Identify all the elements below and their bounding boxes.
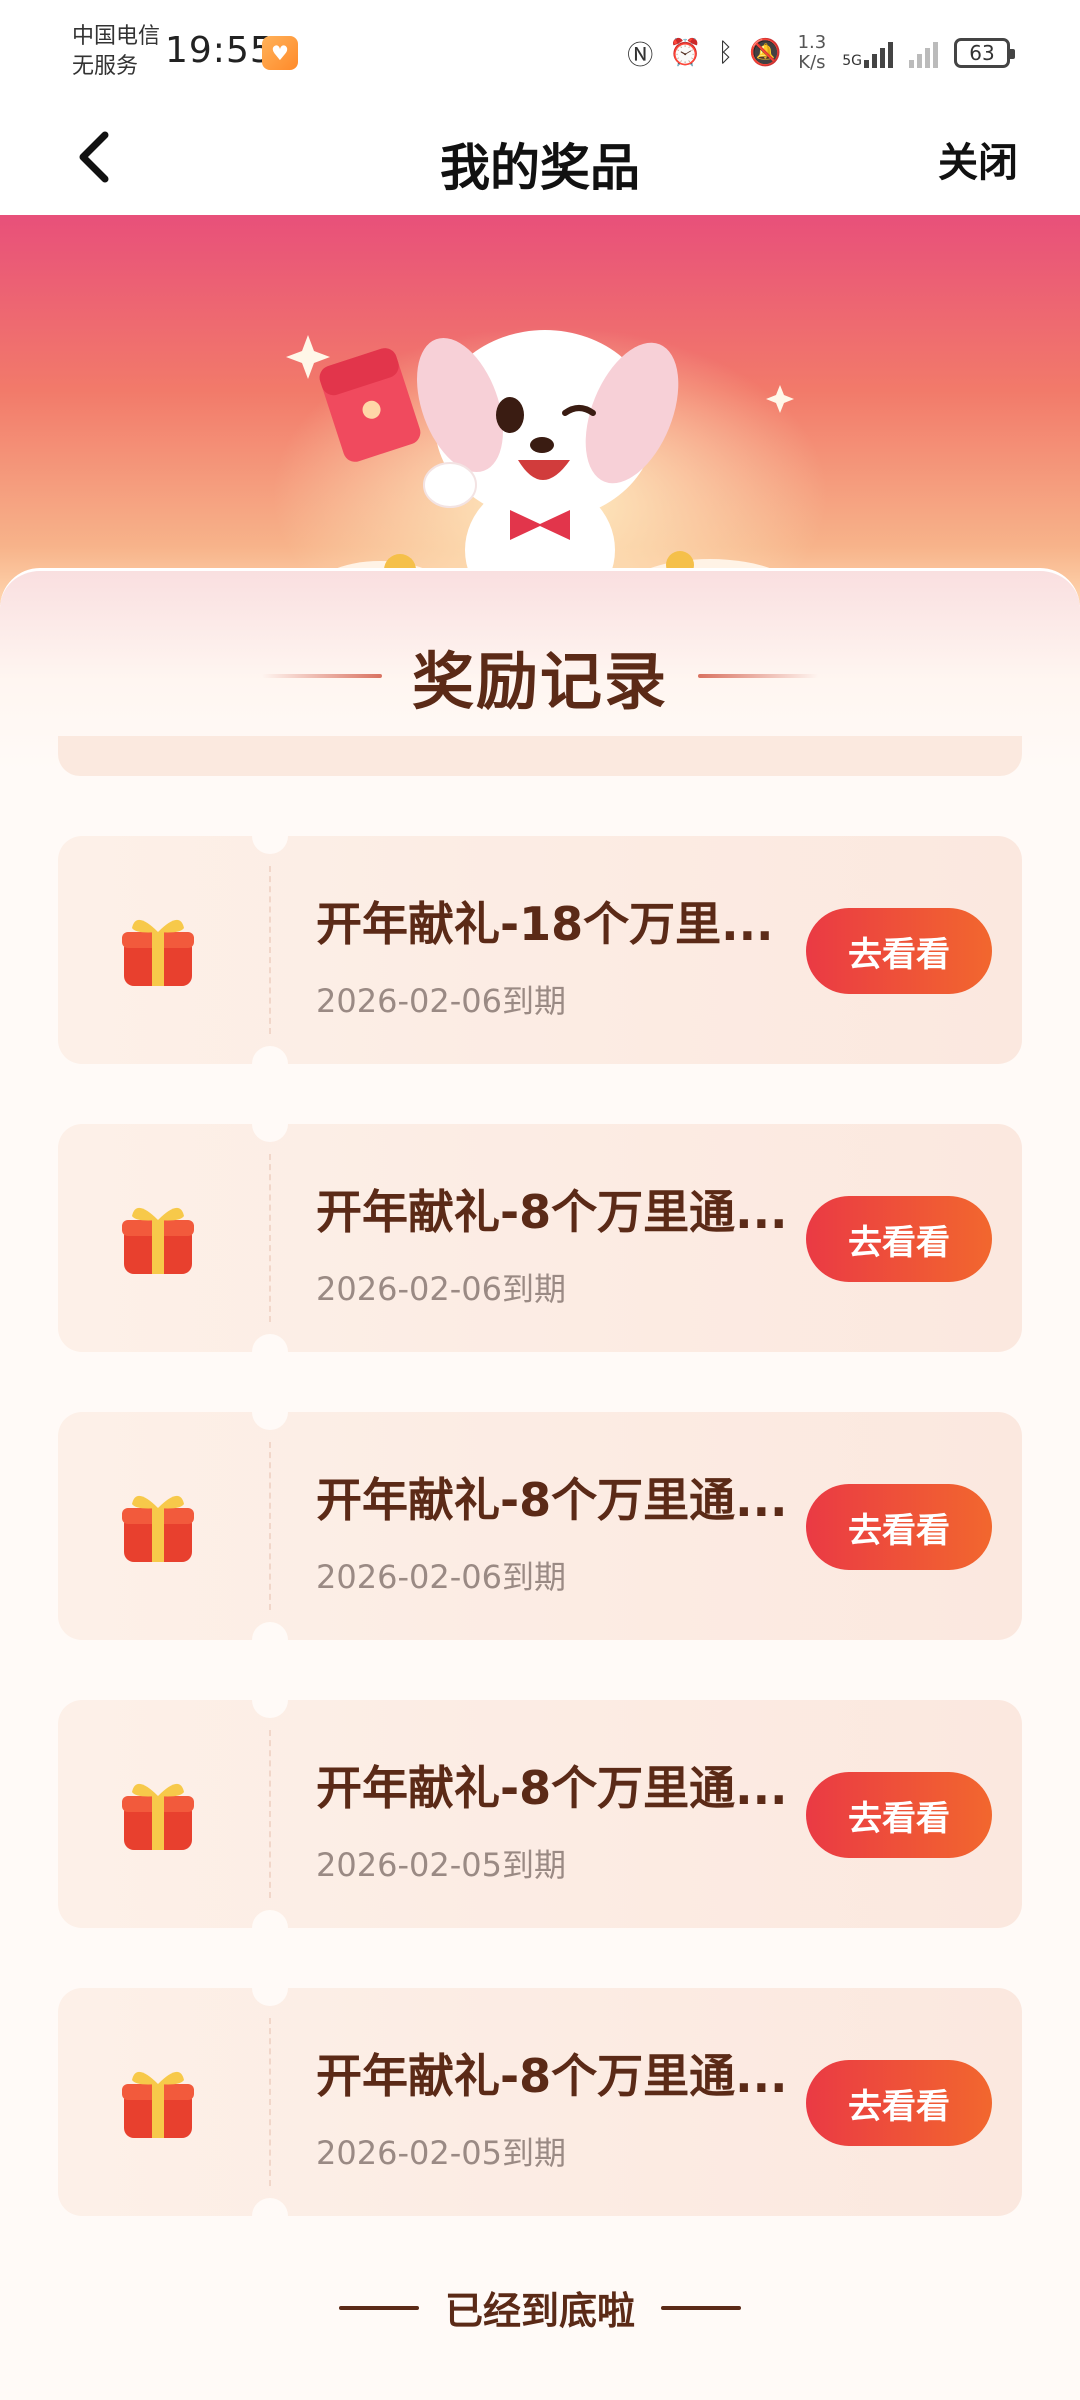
reward-title: 开年献礼-8个万里通... xyxy=(316,1761,788,1815)
view-button[interactable]: 去看看 xyxy=(806,1484,992,1570)
expiry-date: 2026-02-06到期 xyxy=(316,1558,566,1596)
reward-item: 开年献礼-8个万里通... 2026-02-06到期 去看看 xyxy=(58,1394,1022,1658)
ticket-divider xyxy=(269,866,271,1034)
ticket-notch xyxy=(252,1394,288,1430)
bluetooth-icon: ᛒ xyxy=(717,38,734,68)
nav-bar: 我的奖品 关闭 xyxy=(0,100,1080,215)
network-speed-value: 1.3 xyxy=(797,32,827,53)
signal-5g: 5G xyxy=(842,38,893,68)
view-button[interactable]: 去看看 xyxy=(806,2060,992,2146)
network-speed: 1.3 K/s xyxy=(798,33,827,73)
signal-secondary-icon xyxy=(909,38,938,68)
network-type-label: 5G xyxy=(842,53,862,69)
mute-icon: 🔕 xyxy=(749,38,782,68)
expiry-date: 2026-02-06到期 xyxy=(316,1270,566,1308)
ticket-notch xyxy=(252,1622,288,1658)
battery-icon: 63 xyxy=(954,38,1015,68)
reward-title: 开年献礼-8个万里通... xyxy=(316,1473,788,1527)
reward-title: 开年献礼-8个万里通... xyxy=(316,2049,788,2103)
partially-visible-card xyxy=(58,736,1022,776)
records-header: 奖励记录 xyxy=(0,631,1080,721)
reward-item: 开年献礼-8个万里通... 2026-02-05到期 去看看 xyxy=(58,1970,1022,2234)
reward-item: 开年献礼-8个万里通... 2026-02-05到期 去看看 xyxy=(58,1682,1022,1946)
title-decoration-left xyxy=(261,674,382,678)
page-title: 我的奖品 xyxy=(440,139,640,197)
network-speed-unit: K/s xyxy=(798,52,826,73)
ticket-divider xyxy=(269,2018,271,2186)
reward-title: 开年献礼-8个万里通... xyxy=(316,1185,788,1239)
view-button[interactable]: 去看看 xyxy=(806,1772,992,1858)
gift-box-icon xyxy=(122,1783,194,1850)
gift-box-icon xyxy=(122,2071,194,2138)
status-bar: 中国电信 无服务 19:55 ♥ Ⓝ ⏰ ᛒ 🔕 1.3 K/s 5G 63 xyxy=(0,0,1080,100)
page: 中国电信 无服务 19:55 ♥ Ⓝ ⏰ ᛒ 🔕 1.3 K/s 5G 63 我… xyxy=(0,0,1080,2400)
carrier-status: 无服务 xyxy=(72,54,139,79)
list-end-footer: 已经到底啦 xyxy=(0,2280,1080,2335)
records-title: 奖励记录 xyxy=(411,645,668,718)
carrier-name: 中国电信 xyxy=(72,24,161,49)
title-decoration-right xyxy=(698,674,818,678)
expiry-date: 2026-02-05到期 xyxy=(316,1846,566,1884)
alarm-icon: ⏰ xyxy=(669,38,702,68)
view-button[interactable]: 去看看 xyxy=(806,1196,992,1282)
ticket-divider xyxy=(269,1154,271,1322)
gift-box-icon xyxy=(122,1495,194,1562)
app-notification-icon: ♥ xyxy=(262,36,298,70)
close-button[interactable]: 关闭 xyxy=(938,130,1018,188)
ticket-notch xyxy=(252,1970,288,2006)
status-icons: Ⓝ ⏰ ᛒ 🔕 1.3 K/s 5G 63 xyxy=(627,28,1015,78)
ticket-divider xyxy=(269,1730,271,1898)
reward-records-panel: 奖励记录 开年献礼-18个万里... 2026-02-06到期 去看看 开年献礼… xyxy=(0,568,1080,2400)
clock: 19:55 xyxy=(165,30,274,71)
reward-title: 开年献礼-18个万里... xyxy=(316,897,774,951)
signal-icon xyxy=(864,38,893,68)
ticket-notch xyxy=(252,1334,288,1370)
nfc-icon: Ⓝ xyxy=(627,40,654,71)
ticket-notch xyxy=(252,1910,288,1946)
reward-item: 开年献礼-18个万里... 2026-02-06到期 去看看 xyxy=(58,818,1022,1082)
ticket-divider xyxy=(269,1442,271,1610)
gift-box-icon xyxy=(122,919,194,986)
ticket-notch xyxy=(252,2198,288,2234)
carrier-info: 中国电信 无服务 xyxy=(72,22,160,82)
footer-line-left xyxy=(338,2305,419,2310)
reward-item: 开年献礼-8个万里通... 2026-02-06到期 去看看 xyxy=(58,1106,1022,1370)
banner xyxy=(0,215,1080,605)
end-of-list-text: 已经到底啦 xyxy=(444,2289,635,2333)
battery-level: 63 xyxy=(969,41,995,65)
gift-box-icon xyxy=(122,1207,194,1274)
reward-list: 开年献礼-18个万里... 2026-02-06到期 去看看 开年献礼-8个万里… xyxy=(58,818,1022,2276)
mascot-dog-illustration xyxy=(286,330,800,605)
ticket-notch xyxy=(252,1106,288,1142)
ticket-notch xyxy=(252,1046,288,1082)
expiry-date: 2026-02-06到期 xyxy=(316,982,566,1020)
ticket-notch xyxy=(252,1682,288,1718)
ticket-notch xyxy=(252,818,288,854)
footer-line-right xyxy=(661,2305,741,2310)
expiry-date: 2026-02-05到期 xyxy=(316,2134,566,2172)
view-button[interactable]: 去看看 xyxy=(806,908,992,994)
